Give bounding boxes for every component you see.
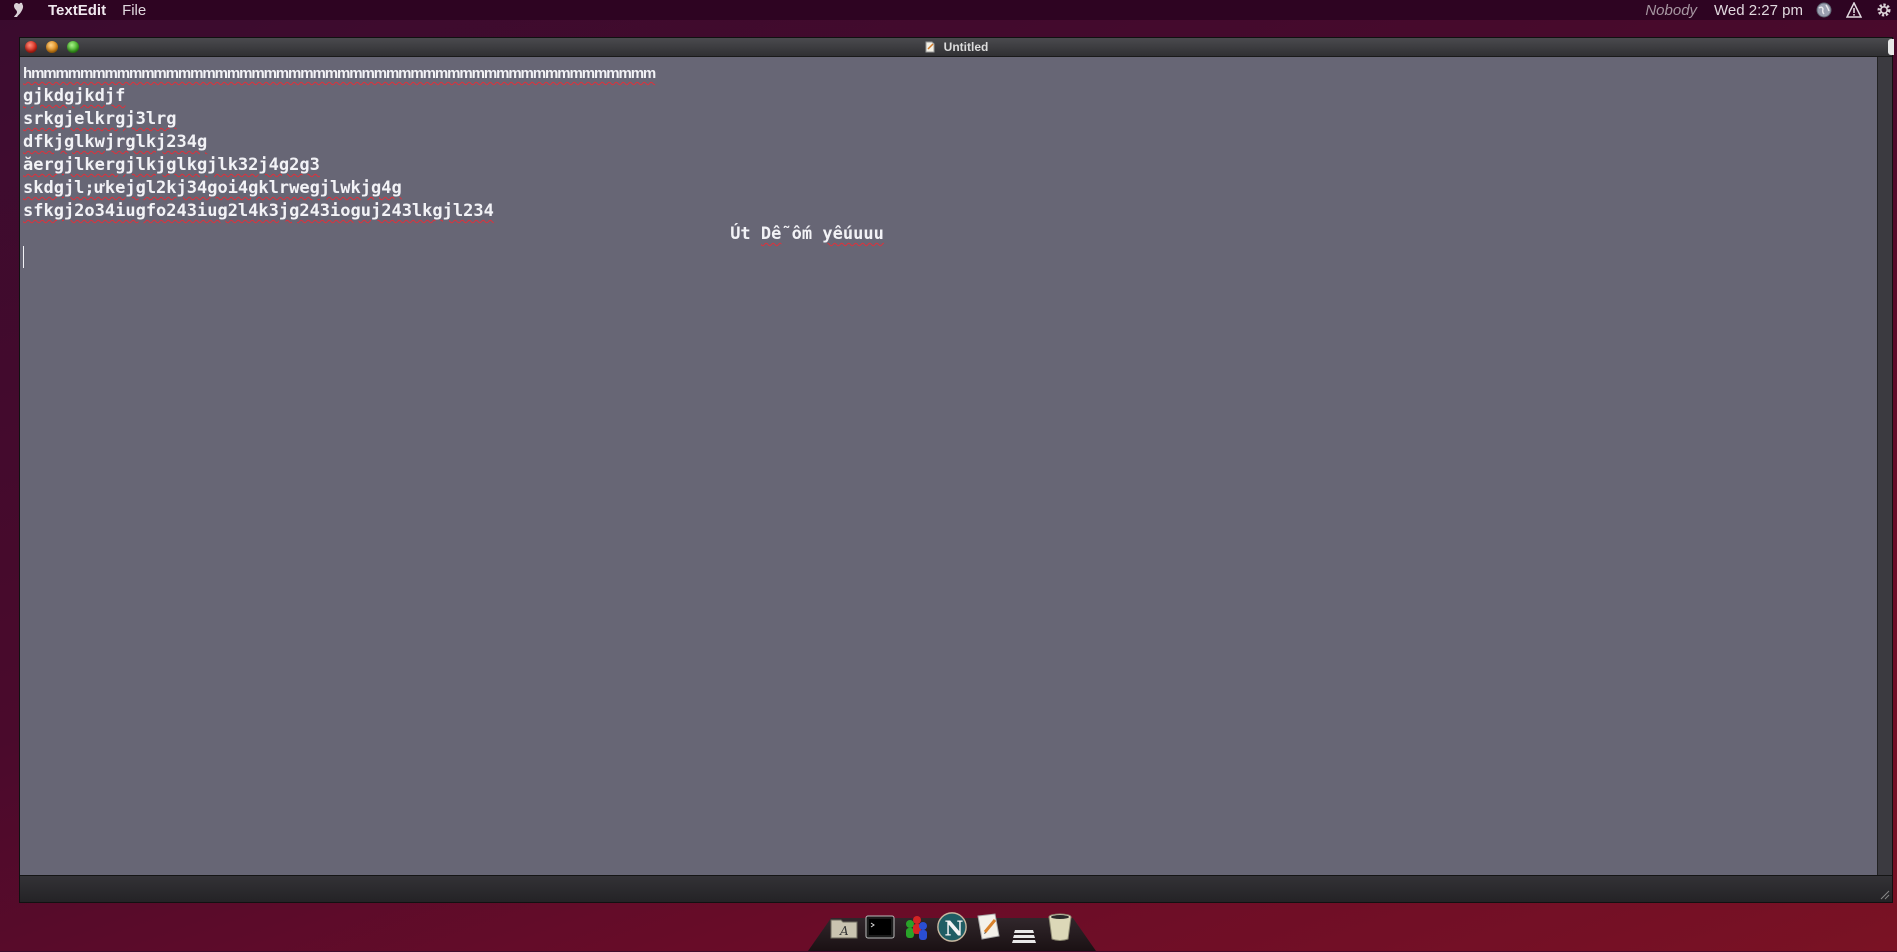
system-menu-icon[interactable] — [10, 1, 28, 19]
textedit-window: Untitled hmmmmmmmmmmmmmmmmmmmmmmmmmmmmmm… — [19, 37, 1894, 903]
text-line: srkgjelkrgj3lrg — [23, 109, 177, 129]
text-line: dfkjglkwjrglkj234g — [23, 132, 208, 152]
dock: A N — [808, 906, 1096, 951]
user-name: Nobody — [1645, 1, 1698, 19]
globe-icon[interactable] — [1815, 1, 1833, 19]
gear-icon[interactable] — [1875, 1, 1893, 19]
textedit-icon[interactable] — [972, 910, 1004, 944]
menu-file[interactable]: File — [122, 2, 146, 19]
app-menu-textedit[interactable]: TextEdit — [48, 2, 106, 19]
menu-bar: TextEdit File Nobody Wed 2:27 pm — [0, 0, 1897, 20]
text-line: gjkdgjkdjf — [23, 86, 126, 106]
text-line — [23, 246, 1863, 269]
font-panel-icon[interactable]: A — [828, 910, 860, 944]
menubar-status-area: Nobody Wed 2:27 pm — [1645, 0, 1897, 20]
window-title-text: Untitled — [943, 40, 989, 54]
text-line: skdgjl;ưkejgl2kj34goi4gklrwegjlwkjg4g — [23, 178, 402, 198]
svg-text:N: N — [944, 916, 963, 940]
centered-text-line: Út Dễ ốm yếuuuu — [730, 224, 884, 244]
warning-icon[interactable] — [1845, 1, 1863, 19]
text-line: hmmmmmmmmmmmmmmmmmmmmmmmmmmmmmmmmmmmmmmm… — [23, 65, 656, 82]
svg-text:A: A — [839, 924, 849, 938]
window-title: Untitled — [20, 38, 1892, 56]
window-titlebar[interactable]: Untitled — [20, 38, 1894, 57]
document-icon — [925, 41, 935, 53]
trash-icon[interactable] — [1044, 910, 1076, 944]
resize-grip-icon[interactable] — [1878, 888, 1890, 900]
window-bottom-bar — [20, 875, 1892, 902]
users-icon[interactable] — [900, 910, 932, 944]
text-view[interactable]: hmmmmmmmmmmmmmmmmmmmmmmmmmmmmmmmmmmmmmmm… — [20, 57, 1878, 877]
browser-n-icon[interactable]: N — [936, 910, 968, 944]
text-line: sfkgj2o34iugfo243iug2l4k3jg243ioguj243lk… — [23, 201, 494, 221]
vertical-scrollbar[interactable] — [1877, 57, 1892, 877]
toolbar-toggle-button[interactable] — [1888, 39, 1894, 55]
text-line: ăergjlkergjlkjglkgjlk32j4g2g3 — [23, 155, 320, 175]
terminal-icon[interactable] — [864, 910, 896, 944]
clock[interactable]: Wed 2:27 pm — [1714, 2, 1803, 19]
text-caret — [23, 246, 24, 268]
stack-icon[interactable] — [1008, 918, 1040, 952]
document-text[interactable]: hmmmmmmmmmmmmmmmmmmmmmmmmmmmmmmmmmmmmmmm… — [23, 62, 1863, 269]
